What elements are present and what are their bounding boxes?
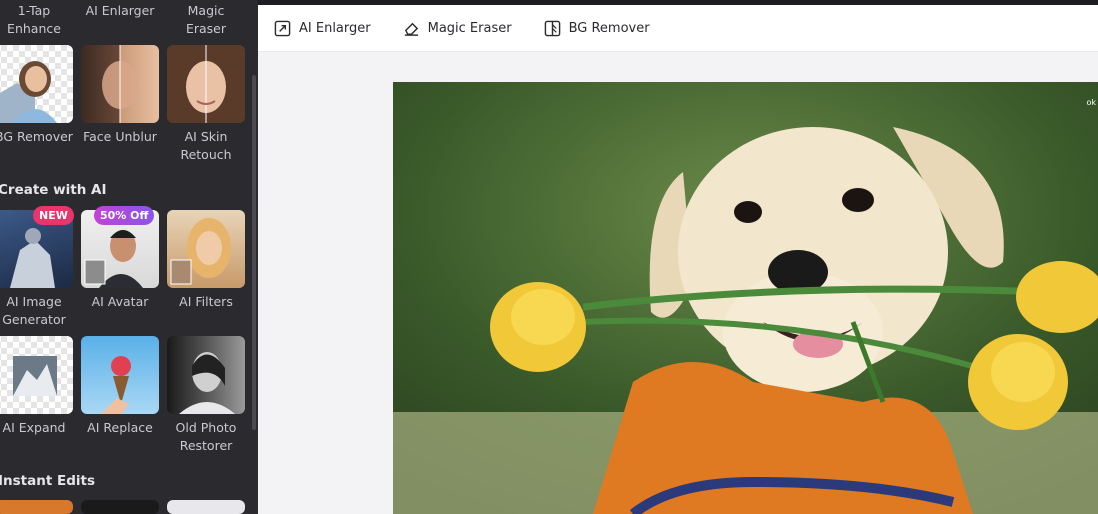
tool-ai-filters[interactable]: AI Filters bbox=[167, 293, 245, 311]
tool-label: Face Unblur bbox=[83, 129, 157, 144]
tool-sidebar: 1-Tap Enhance AI Enlarger Magic Eraser B… bbox=[0, 0, 258, 514]
tool-label: Old Photo Restorer bbox=[175, 420, 237, 453]
old-photo-restorer-thumbnail[interactable] bbox=[167, 336, 245, 414]
ai-skin-retouch-thumbnail[interactable] bbox=[167, 45, 245, 123]
face-unblur-thumbnail[interactable] bbox=[81, 45, 159, 123]
instant-edit-thumbnail[interactable] bbox=[81, 500, 159, 514]
eraser-icon bbox=[404, 22, 418, 36]
tool-ai-skin-retouch[interactable]: AI Skin Retouch bbox=[167, 128, 245, 164]
watermark: ok bbox=[1086, 98, 1096, 107]
bg-remover-thumbnail[interactable] bbox=[0, 45, 73, 123]
enlarge-icon bbox=[274, 20, 291, 36]
tool-label: Magic Eraser bbox=[185, 3, 227, 36]
instant-edit-thumbnail[interactable] bbox=[167, 500, 245, 514]
tool-label: AI Expand bbox=[2, 420, 66, 435]
tool-label: AI Avatar bbox=[91, 294, 149, 309]
instant-edit-thumbnail[interactable] bbox=[0, 500, 73, 514]
tool-label: AI Image Generator bbox=[2, 294, 66, 327]
tool-bg-remover[interactable]: BG Remover bbox=[0, 128, 73, 146]
magic-eraser-label: Magic Eraser bbox=[427, 20, 512, 36]
new-badge: NEW bbox=[33, 206, 74, 225]
magic-eraser-button[interactable]: Magic Eraser bbox=[403, 20, 512, 37]
section-title-instant: Instant Edits bbox=[0, 473, 95, 489]
editor-toolbar: AI Enlarger Magic Eraser BG Remover bbox=[258, 5, 1098, 52]
ai-filters-thumbnail[interactable] bbox=[167, 210, 245, 288]
tool-1-tap-enhance[interactable]: 1-Tap Enhance bbox=[0, 2, 73, 38]
tool-label: 1-Tap Enhance bbox=[7, 3, 61, 36]
ai-expand-thumbnail[interactable] bbox=[0, 336, 73, 414]
puppy-photo[interactable]: ok bbox=[393, 82, 1098, 514]
bg-remover-label: BG Remover bbox=[568, 20, 650, 36]
tool-label: BG Remover bbox=[0, 129, 73, 144]
tool-old-photo-restorer[interactable]: Old Photo Restorer bbox=[167, 419, 245, 455]
tool-label: AI Replace bbox=[87, 420, 153, 435]
discount-badge: 50% Off bbox=[94, 206, 155, 225]
tool-magic-eraser[interactable]: Magic Eraser bbox=[167, 2, 245, 38]
tool-label: AI Skin Retouch bbox=[180, 129, 232, 162]
tool-label: AI Enlarger bbox=[85, 3, 155, 18]
tool-ai-enlarger[interactable]: AI Enlarger bbox=[81, 2, 159, 20]
section-title-create: Create with AI bbox=[0, 182, 107, 198]
tool-ai-image-generator[interactable]: AI Image Generator bbox=[0, 293, 73, 329]
sidebar-scrollbar[interactable] bbox=[252, 75, 256, 430]
tool-ai-avatar[interactable]: AI Avatar bbox=[81, 293, 159, 311]
ai-enlarger-label: AI Enlarger bbox=[299, 20, 371, 36]
ai-enlarger-button[interactable]: AI Enlarger bbox=[274, 20, 371, 37]
tool-label: AI Filters bbox=[179, 294, 233, 309]
bg-remover-button[interactable]: BG Remover bbox=[544, 20, 650, 37]
tool-ai-expand[interactable]: AI Expand bbox=[0, 419, 73, 437]
bg-remove-icon bbox=[544, 20, 560, 36]
tool-ai-replace[interactable]: AI Replace bbox=[81, 419, 159, 437]
tool-face-unblur[interactable]: Face Unblur bbox=[81, 128, 159, 146]
ai-replace-thumbnail[interactable] bbox=[81, 336, 159, 414]
